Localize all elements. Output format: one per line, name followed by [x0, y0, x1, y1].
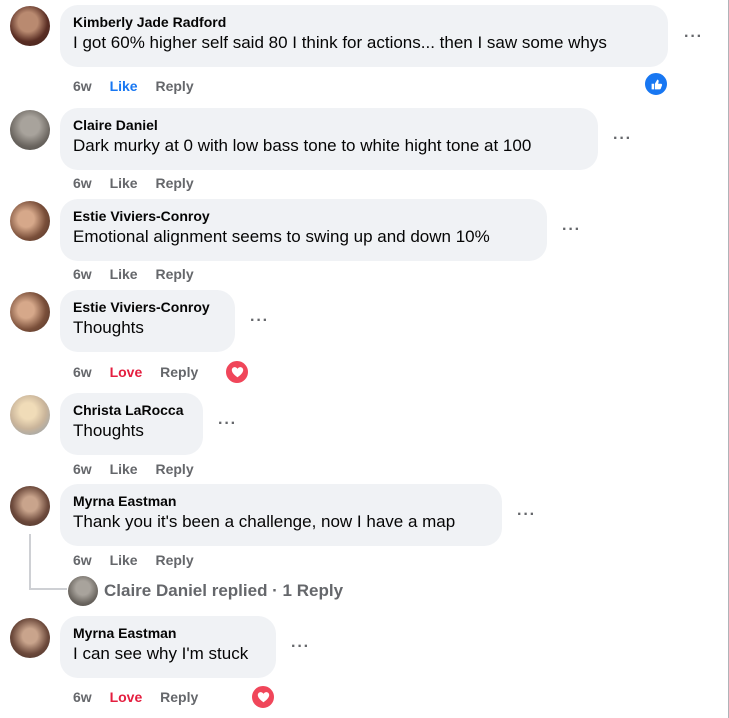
comment-text: Thank you it's been a challenge, now I h… — [73, 512, 456, 531]
love-button[interactable]: Love — [110, 364, 143, 380]
avatar[interactable] — [10, 110, 50, 150]
reply-button[interactable]: Reply — [155, 175, 193, 191]
comment-actions: 6w Like Reply — [73, 551, 208, 569]
comment-text: Thoughts — [73, 318, 144, 337]
comment-text: Emotional alignment seems to swing up an… — [73, 227, 490, 246]
like-button[interactable]: Like — [110, 175, 138, 191]
comment-actions: 6w Like Reply — [73, 265, 208, 283]
comment-timestamp[interactable]: 6w — [73, 175, 92, 191]
comment-bubble: Myrna Eastman Thank you it's been a chal… — [60, 484, 502, 546]
more-options-icon[interactable]: ··· — [517, 507, 536, 523]
reply-button[interactable]: Reply — [155, 552, 193, 568]
more-options-icon[interactable]: ··· — [291, 639, 310, 655]
comment-bubble: Kimberly Jade Radford I got 60% higher s… — [60, 5, 668, 67]
like-reaction-icon[interactable] — [643, 71, 669, 97]
comment-text: Thoughts — [73, 421, 144, 440]
more-options-icon[interactable]: ··· — [218, 416, 237, 432]
comment-author[interactable]: Myrna Eastman — [73, 492, 489, 510]
comment-actions: 6w Like Reply — [73, 174, 208, 192]
comment-bubble: Estie Viviers-Conroy Emotional alignment… — [60, 199, 547, 261]
view-replies-link[interactable]: Claire Daniel replied · 1 Reply — [68, 576, 343, 606]
comment-author[interactable]: Christa LaRocca — [73, 401, 190, 419]
avatar[interactable] — [10, 201, 50, 241]
comment-bubble: Claire Daniel Dark murky at 0 with low b… — [60, 108, 598, 170]
avatar — [68, 576, 98, 606]
comment-author[interactable]: Claire Daniel — [73, 116, 585, 134]
comment-text: I can see why I'm stuck — [73, 644, 249, 663]
comment-text: I got 60% higher self said 80 I think fo… — [73, 33, 607, 52]
comment-timestamp[interactable]: 6w — [73, 78, 92, 94]
more-options-icon[interactable]: ··· — [250, 313, 269, 329]
comment-text: Dark murky at 0 with low bass tone to wh… — [73, 136, 532, 155]
comment-timestamp[interactable]: 6w — [73, 552, 92, 568]
comment-bubble: Myrna Eastman I can see why I'm stuck — [60, 616, 276, 678]
reply-button[interactable]: Reply — [160, 364, 198, 380]
comment-timestamp[interactable]: 6w — [73, 266, 92, 282]
like-button[interactable]: Like — [110, 266, 138, 282]
reply-button[interactable]: Reply — [155, 78, 193, 94]
replies-summary-text[interactable]: Claire Daniel replied · 1 Reply — [104, 580, 343, 602]
comment-author[interactable]: Kimberly Jade Radford — [73, 13, 655, 31]
comment-actions: 6w Love Reply — [73, 688, 212, 706]
comment-timestamp[interactable]: 6w — [73, 689, 92, 705]
more-options-icon[interactable]: ··· — [684, 29, 703, 45]
avatar[interactable] — [10, 395, 50, 435]
avatar[interactable] — [10, 6, 50, 46]
love-button[interactable]: Love — [110, 689, 143, 705]
avatar[interactable] — [10, 292, 50, 332]
comment-actions: 6w Like Reply — [73, 460, 208, 478]
avatar[interactable] — [10, 618, 50, 658]
more-options-icon[interactable]: ··· — [562, 222, 581, 238]
thread-line — [29, 588, 67, 590]
comment-author[interactable]: Estie Viviers-Conroy — [73, 298, 222, 316]
comment-bubble: Estie Viviers-Conroy Thoughts — [60, 290, 235, 352]
like-button[interactable]: Like — [110, 78, 138, 94]
love-reaction-icon[interactable] — [224, 359, 250, 385]
more-options-icon[interactable]: ··· — [613, 131, 632, 147]
comment-timestamp[interactable]: 6w — [73, 461, 92, 477]
comment-author[interactable]: Myrna Eastman — [73, 624, 263, 642]
reply-button[interactable]: Reply — [155, 266, 193, 282]
comment-bubble: Christa LaRocca Thoughts — [60, 393, 203, 455]
comment-actions: 6w Like Reply — [73, 77, 208, 95]
avatar[interactable] — [10, 486, 50, 526]
reply-button[interactable]: Reply — [155, 461, 193, 477]
comment-timestamp[interactable]: 6w — [73, 364, 92, 380]
love-reaction-icon[interactable] — [250, 684, 276, 710]
reply-button[interactable]: Reply — [160, 689, 198, 705]
comment-author[interactable]: Estie Viviers-Conroy — [73, 207, 534, 225]
like-button[interactable]: Like — [110, 552, 138, 568]
like-button[interactable]: Like — [110, 461, 138, 477]
comment-actions: 6w Love Reply — [73, 363, 212, 381]
thread-line — [29, 534, 31, 590]
